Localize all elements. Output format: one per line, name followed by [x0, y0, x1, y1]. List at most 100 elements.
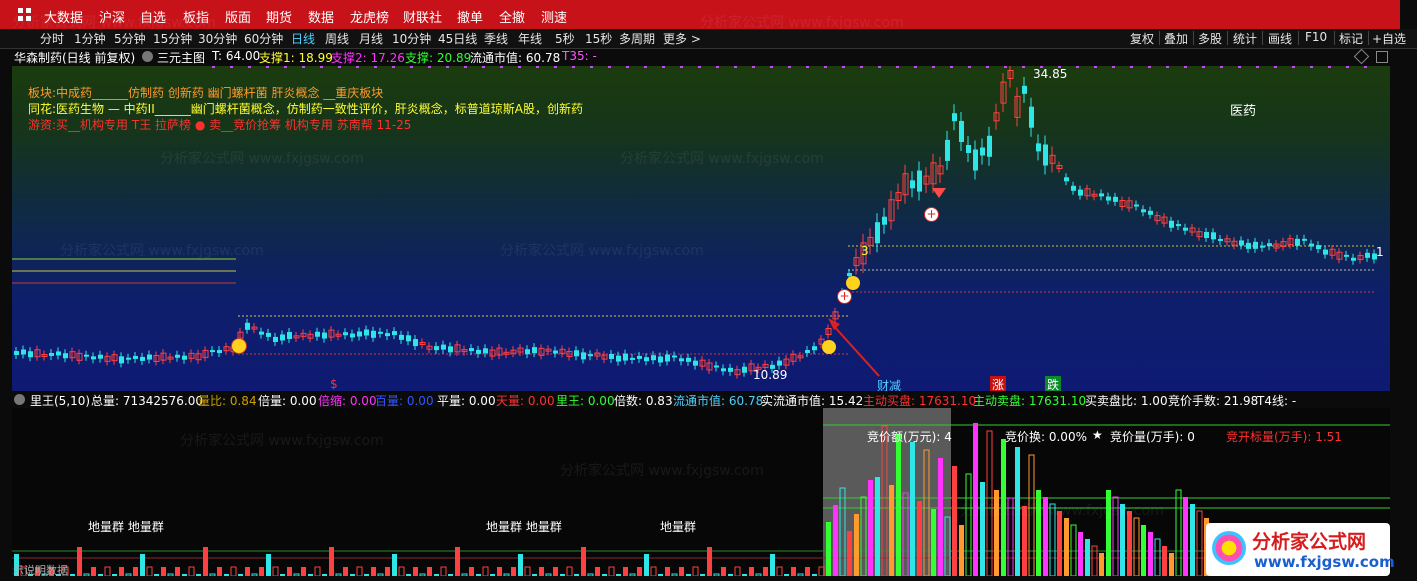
- volume-bar: [965, 473, 972, 576]
- period-tab-active[interactable]: 日线: [291, 30, 315, 47]
- volume-bar: [392, 554, 397, 576]
- volume-bar: [167, 573, 174, 576]
- menu-item[interactable]: 测速: [541, 7, 567, 26]
- mark-button[interactable]: 标记: [1339, 30, 1363, 47]
- volume-bar: [742, 574, 747, 576]
- menu-item[interactable]: 财联社: [403, 7, 442, 26]
- period-tab[interactable]: 多周期: [619, 30, 655, 47]
- volume-bar: [238, 574, 243, 576]
- top-dot: [1346, 66, 1349, 68]
- period-tab[interactable]: 更多 >: [663, 30, 701, 47]
- volume-bar: [938, 458, 943, 576]
- period-tab[interactable]: 年线: [518, 30, 542, 47]
- volume-bar: [1099, 553, 1104, 576]
- menu-item[interactable]: 版面: [225, 7, 251, 26]
- top-dot: [842, 66, 845, 68]
- price-chart[interactable]: 板块:中成药______仿制药 创新药 幽门螺杆菌 肝炎概念 __重庆板块 同花…: [12, 66, 1390, 391]
- candle-down: [1239, 240, 1244, 246]
- period-tab[interactable]: 45日线: [438, 30, 477, 47]
- period-tab[interactable]: 1分钟: [74, 30, 106, 47]
- volume-bar: [560, 574, 565, 576]
- period-tab[interactable]: 5秒: [555, 30, 575, 47]
- volume-bar: [721, 567, 726, 576]
- period-tab[interactable]: 15秒: [585, 30, 612, 47]
- volume-bar: [406, 574, 411, 576]
- top-dot: [914, 66, 917, 68]
- menu-item[interactable]: 期货: [266, 7, 292, 26]
- candle-down: [525, 349, 530, 355]
- top-dot: [374, 66, 377, 68]
- active-buy: 主动买盘: 17631.10: [863, 394, 977, 408]
- volume-bar: [812, 574, 817, 576]
- period-tab[interactable]: 60分钟: [244, 30, 283, 47]
- period-tab[interactable]: 15分钟: [153, 30, 192, 47]
- volume-bar: [161, 567, 166, 576]
- candle-down: [693, 360, 698, 366]
- add-watchlist-button[interactable]: +自选: [1372, 30, 1406, 47]
- volume-bar: [448, 574, 453, 576]
- menu-item[interactable]: 撤单: [457, 7, 483, 26]
- candle-down: [665, 354, 670, 362]
- candle-down: [1106, 196, 1111, 201]
- volume-bar: [469, 567, 474, 576]
- statistics-button[interactable]: 统计: [1233, 30, 1257, 47]
- volume-bar: [797, 573, 804, 576]
- menu-item[interactable]: 全撤: [499, 7, 525, 26]
- active-sell: 主动卖盘: 17631.10: [973, 394, 1087, 408]
- chevron-down-icon[interactable]: [142, 51, 153, 62]
- volume-bar: [839, 487, 846, 576]
- top-dot: [1148, 66, 1151, 68]
- period-tab[interactable]: 季线: [484, 30, 508, 47]
- period-tab[interactable]: 30分钟: [198, 30, 237, 47]
- candle-down: [49, 352, 54, 356]
- volume-bar: [959, 525, 964, 576]
- high-price-label: 34.85: [1033, 67, 1068, 81]
- period-tab[interactable]: 月线: [359, 30, 383, 47]
- chevron-down-icon[interactable]: [14, 394, 25, 405]
- watermark: 分析家公式网 www.fxjgsw.com: [60, 243, 264, 259]
- happy-face-icon: [231, 338, 247, 354]
- menu-item[interactable]: 龙虎榜: [350, 7, 389, 26]
- top-dot: [860, 66, 863, 68]
- candle-down: [273, 336, 278, 342]
- multi-stock-button[interactable]: 多股: [1198, 30, 1222, 47]
- volume-bar: [343, 567, 348, 576]
- top-dot: [464, 66, 467, 68]
- candle-down: [1064, 177, 1069, 182]
- draw-line-button[interactable]: 画线: [1268, 30, 1292, 47]
- volume-bar: [923, 449, 930, 576]
- volume-bar: [749, 567, 754, 576]
- volume-bar: [224, 574, 229, 576]
- window-icon[interactable]: [1376, 51, 1388, 63]
- top-dot: [1094, 66, 1097, 68]
- candle-down: [805, 350, 810, 354]
- candle-down: [742, 366, 747, 373]
- menu-item[interactable]: 数据: [308, 7, 334, 26]
- top-dot: [950, 66, 953, 68]
- volume-bar: [1133, 517, 1140, 576]
- vol-title[interactable]: 里王(5,10): [30, 392, 90, 409]
- volume-bar: [133, 567, 138, 576]
- diamond-icon[interactable]: [1353, 48, 1370, 65]
- volume-bar: [910, 442, 915, 576]
- f10-button[interactable]: F10: [1305, 30, 1327, 44]
- volume-bar: [350, 574, 355, 576]
- chart-mode[interactable]: 三元主图: [157, 49, 205, 66]
- candle-down: [84, 354, 89, 357]
- candle-down: [910, 180, 915, 189]
- fuquan-button[interactable]: 复权: [1130, 30, 1154, 47]
- period-tab[interactable]: 周线: [325, 30, 349, 47]
- volume-bar: [287, 567, 292, 576]
- candle-down: [588, 354, 593, 357]
- volume-bar: [91, 567, 96, 576]
- period-tab[interactable]: 5分钟: [114, 30, 146, 47]
- period-bar: 分时 1分钟 5分钟 15分钟 30分钟 60分钟 日线 周线 月线 10分钟 …: [0, 29, 1417, 49]
- candle-down: [483, 348, 488, 354]
- period-tab[interactable]: 10分钟: [392, 30, 431, 47]
- period-tab[interactable]: 分时: [40, 30, 64, 47]
- volume-bar: [875, 477, 880, 576]
- volume-bar: [518, 554, 523, 576]
- volume-bar: [154, 574, 159, 576]
- low-price-label: 10.89: [753, 368, 788, 382]
- overlay-button[interactable]: 叠加: [1164, 30, 1188, 47]
